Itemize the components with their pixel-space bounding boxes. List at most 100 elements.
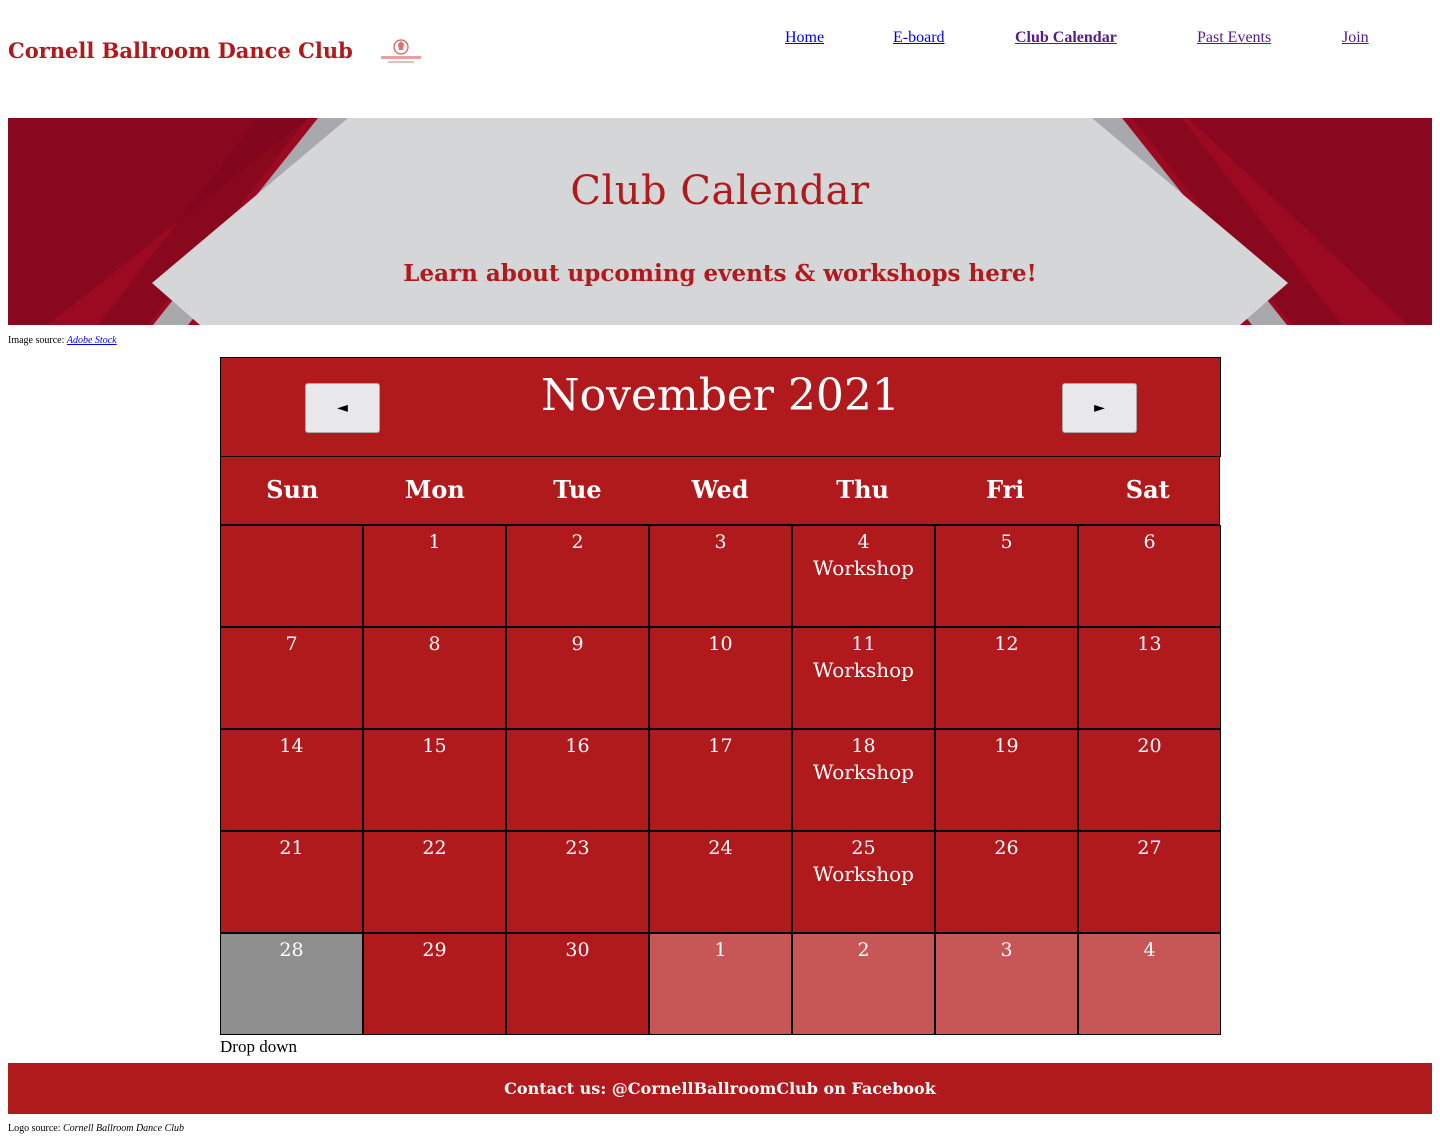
calendar-day-cell[interactable]: 21 — [220, 831, 363, 933]
dropdown-label[interactable]: Drop down — [220, 1037, 297, 1057]
calendar-day-number: 2 — [571, 531, 584, 553]
calendar-event-label: Workshop — [813, 658, 914, 682]
calendar-day-number: 19 — [994, 735, 1019, 757]
nav-club-calendar[interactable]: Club Calendar — [1015, 29, 1117, 47]
calendar-day-number: 4 — [1143, 939, 1156, 961]
calendar-grid: 1 2 3 4 Workshop 5 6 7 8 9 10 11 Workshop 12 13 14 15 16 1… — [220, 525, 1221, 1035]
calendar-day-cell[interactable]: 3 — [935, 933, 1078, 1035]
calendar-day-number: 26 — [994, 837, 1019, 859]
calendar-day-number: 13 — [1137, 633, 1162, 655]
nav-eboard[interactable]: E-board — [893, 29, 945, 47]
calendar-day-cell[interactable]: 4 — [1078, 933, 1221, 1035]
calendar-day-number: 1 — [714, 939, 727, 961]
calendar-day-cell[interactable]: 1 — [363, 525, 506, 627]
calendar-day-number: 20 — [1137, 735, 1162, 757]
site-title: Cornell Ballroom Dance Club — [8, 38, 353, 63]
logo-source-label: Logo source: — [8, 1123, 61, 1134]
hero-background-image — [8, 118, 1432, 325]
calendar-day-number: 5 — [1000, 531, 1013, 553]
calendar-day-number: 4 — [857, 531, 870, 553]
calendar-day-number: 22 — [422, 837, 447, 859]
calendar-day-cell[interactable]: 27 — [1078, 831, 1221, 933]
calendar-event-label: Workshop — [813, 760, 914, 784]
calendar-day-number: 2 — [857, 939, 870, 961]
calendar-day-number: 30 — [565, 939, 590, 961]
nav-home[interactable]: Home — [785, 29, 824, 47]
calendar-event-label: Workshop — [813, 862, 914, 886]
calendar-day-cell[interactable]: 3 — [649, 525, 792, 627]
calendar-day-cell[interactable]: 1 — [649, 933, 792, 1035]
calendar-day-number: 29 — [422, 939, 447, 961]
adobe-stock-link[interactable]: Adobe Stock — [67, 335, 117, 346]
calendar-day-number: 3 — [714, 531, 727, 553]
hero-subtitle: Learn about upcoming events & workshops … — [403, 260, 1037, 287]
calendar-day-number: 17 — [708, 735, 733, 757]
logo-source-caption: Logo source: Cornell Ballroom Dance Club — [8, 1123, 184, 1134]
calendar-day-cell[interactable]: 10 — [649, 627, 792, 729]
weekday-label: Fri — [985, 475, 1025, 504]
calendar-day-cell[interactable]: 6 — [1078, 525, 1221, 627]
logo-source-name: Cornell Ballroom Dance Club — [63, 1123, 185, 1134]
calendar-day-number: 6 — [1143, 531, 1156, 553]
calendar-day-number: 25 — [851, 837, 876, 859]
calendar-day-cell[interactable]: 22 — [363, 831, 506, 933]
footer-contact: Contact us: @CornellBallroomClub on Face… — [8, 1063, 1432, 1114]
calendar-day-cell[interactable]: 18 Workshop — [792, 729, 935, 831]
calendar-day-number: 8 — [428, 633, 441, 655]
calendar-day-cell[interactable]: 9 — [506, 627, 649, 729]
calendar-day-number: 11 — [851, 633, 876, 655]
weekday-label: Sun — [266, 475, 319, 504]
calendar-day-number: 15 — [422, 735, 447, 757]
calendar-day-cell[interactable] — [220, 525, 363, 627]
weekday-header-row: Sun Mon Tue Wed Thu Fri Sat — [220, 457, 1220, 525]
weekday-label: Thu — [836, 475, 889, 504]
calendar-day-cell[interactable]: 7 — [220, 627, 363, 729]
calendar-day-cell[interactable]: 24 — [649, 831, 792, 933]
calendar-day-cell[interactable]: 8 — [363, 627, 506, 729]
next-month-button[interactable]: ► — [1062, 383, 1137, 433]
calendar-day-cell[interactable]: 23 — [506, 831, 649, 933]
calendar-day-cell[interactable]: 2 — [506, 525, 649, 627]
calendar-day-cell[interactable]: 26 — [935, 831, 1078, 933]
calendar-day-cell[interactable]: 15 — [363, 729, 506, 831]
calendar-header: ◄ November 2021 ► — [220, 357, 1221, 457]
calendar-day-cell[interactable]: 2 — [792, 933, 935, 1035]
calendar-day-number: 14 — [279, 735, 304, 757]
calendar-day-number: 27 — [1137, 837, 1162, 859]
calendar-day-cell[interactable]: 11 Workshop — [792, 627, 935, 729]
calendar-day-number: 7 — [285, 633, 298, 655]
calendar-day-cell[interactable]: 19 — [935, 729, 1078, 831]
calendar-day-number: 9 — [571, 633, 584, 655]
calendar-day-cell[interactable]: 17 — [649, 729, 792, 831]
calendar-day-cell[interactable]: 12 — [935, 627, 1078, 729]
hero-title: Club Calendar — [570, 168, 870, 214]
club-logo — [378, 38, 424, 66]
nav-join[interactable]: Join — [1342, 29, 1369, 47]
image-source-label: Image source: — [8, 335, 65, 346]
calendar-day-cell[interactable]: 16 — [506, 729, 649, 831]
calendar-day-cell[interactable]: 28 — [220, 933, 363, 1035]
calendar-day-number: 24 — [708, 837, 733, 859]
calendar-day-number: 16 — [565, 735, 590, 757]
calendar-day-number: 28 — [279, 939, 304, 961]
calendar: ◄ November 2021 ► Sun Mon Tue Wed Thu Fr… — [220, 357, 1221, 1035]
weekday-label: Sat — [1125, 475, 1170, 504]
calendar-day-cell[interactable]: 25 Workshop — [792, 831, 935, 933]
calendar-day-number: 12 — [994, 633, 1019, 655]
calendar-event-label: Workshop — [813, 556, 914, 580]
image-source-caption: Image source: Adobe Stock — [8, 335, 117, 346]
weekday-label: Mon — [404, 475, 465, 504]
calendar-day-cell[interactable]: 30 — [506, 933, 649, 1035]
calendar-day-number: 23 — [565, 837, 590, 859]
calendar-day-cell[interactable]: 4 Workshop — [792, 525, 935, 627]
calendar-day-number: 21 — [279, 837, 304, 859]
calendar-day-number: 3 — [1000, 939, 1013, 961]
weekday-label: Wed — [691, 475, 749, 504]
calendar-day-cell[interactable]: 13 — [1078, 627, 1221, 729]
calendar-day-cell[interactable]: 29 — [363, 933, 506, 1035]
hero-banner: Club Calendar Learn about upcoming event… — [8, 118, 1432, 325]
calendar-day-cell[interactable]: 5 — [935, 525, 1078, 627]
nav-past-events[interactable]: Past Events — [1197, 29, 1271, 47]
calendar-day-cell[interactable]: 20 — [1078, 729, 1221, 831]
calendar-day-cell[interactable]: 14 — [220, 729, 363, 831]
